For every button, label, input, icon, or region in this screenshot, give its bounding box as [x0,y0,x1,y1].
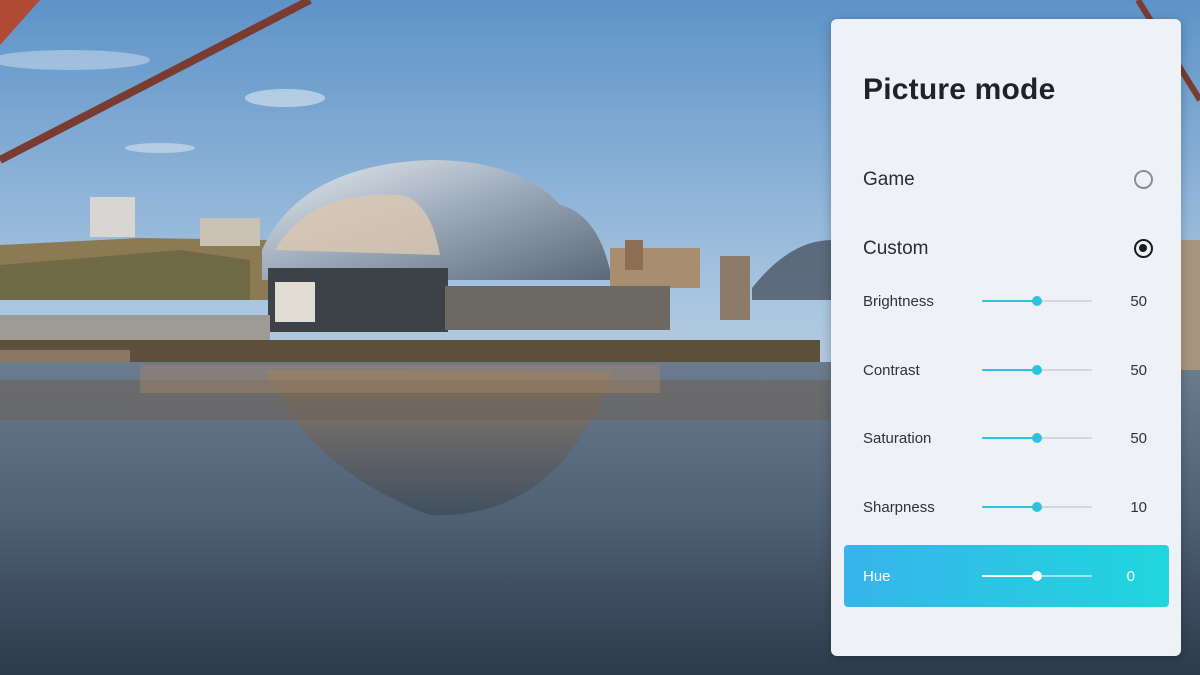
slider-thumb[interactable] [1032,365,1042,375]
slider-row-sharpness[interactable]: Sharpness 10 [844,476,1169,538]
slider-label: Brightness [863,293,934,310]
slider-fill [982,300,1037,302]
mode-label: Custom [863,238,929,259]
slider-track[interactable] [982,571,1092,581]
slider-thumb[interactable] [1032,433,1042,443]
slider-row-saturation[interactable]: Saturation 50 [844,407,1169,469]
slider-fill [982,369,1037,371]
radio-unselected-icon[interactable] [1134,170,1153,189]
slider-value: 50 [1130,293,1147,310]
slider-value: 50 [1130,430,1147,447]
slider-value: 0 [1126,568,1135,585]
slider-label: Contrast [863,362,920,379]
mode-label: Game [863,169,915,190]
slider-fill [982,506,1037,508]
panel-title: Picture mode [863,73,1056,106]
slider-row-contrast[interactable]: Contrast 50 [844,339,1169,401]
slider-label: Hue [863,568,891,585]
picture-mode-panel: Picture mode Game Custom Brightness 50 C… [831,19,1181,656]
slider-row-hue[interactable]: Hue 0 [844,545,1169,607]
slider-track[interactable] [982,502,1092,512]
slider-label: Saturation [863,430,932,447]
slider-track[interactable] [982,296,1092,306]
slider-value: 10 [1130,499,1147,516]
slider-thumb[interactable] [1032,502,1042,512]
slider-thumb[interactable] [1032,571,1042,581]
slider-thumb[interactable] [1032,296,1042,306]
slider-value: 50 [1130,362,1147,379]
slider-label: Sharpness [863,499,935,516]
slider-track[interactable] [982,365,1092,375]
slider-row-brightness[interactable]: Brightness 50 [844,270,1169,332]
mode-option-game[interactable]: Game [831,157,1181,209]
slider-fill [982,575,1037,577]
slider-fill [982,437,1037,439]
slider-track[interactable] [982,433,1092,443]
radio-selected-icon[interactable] [1134,239,1153,258]
